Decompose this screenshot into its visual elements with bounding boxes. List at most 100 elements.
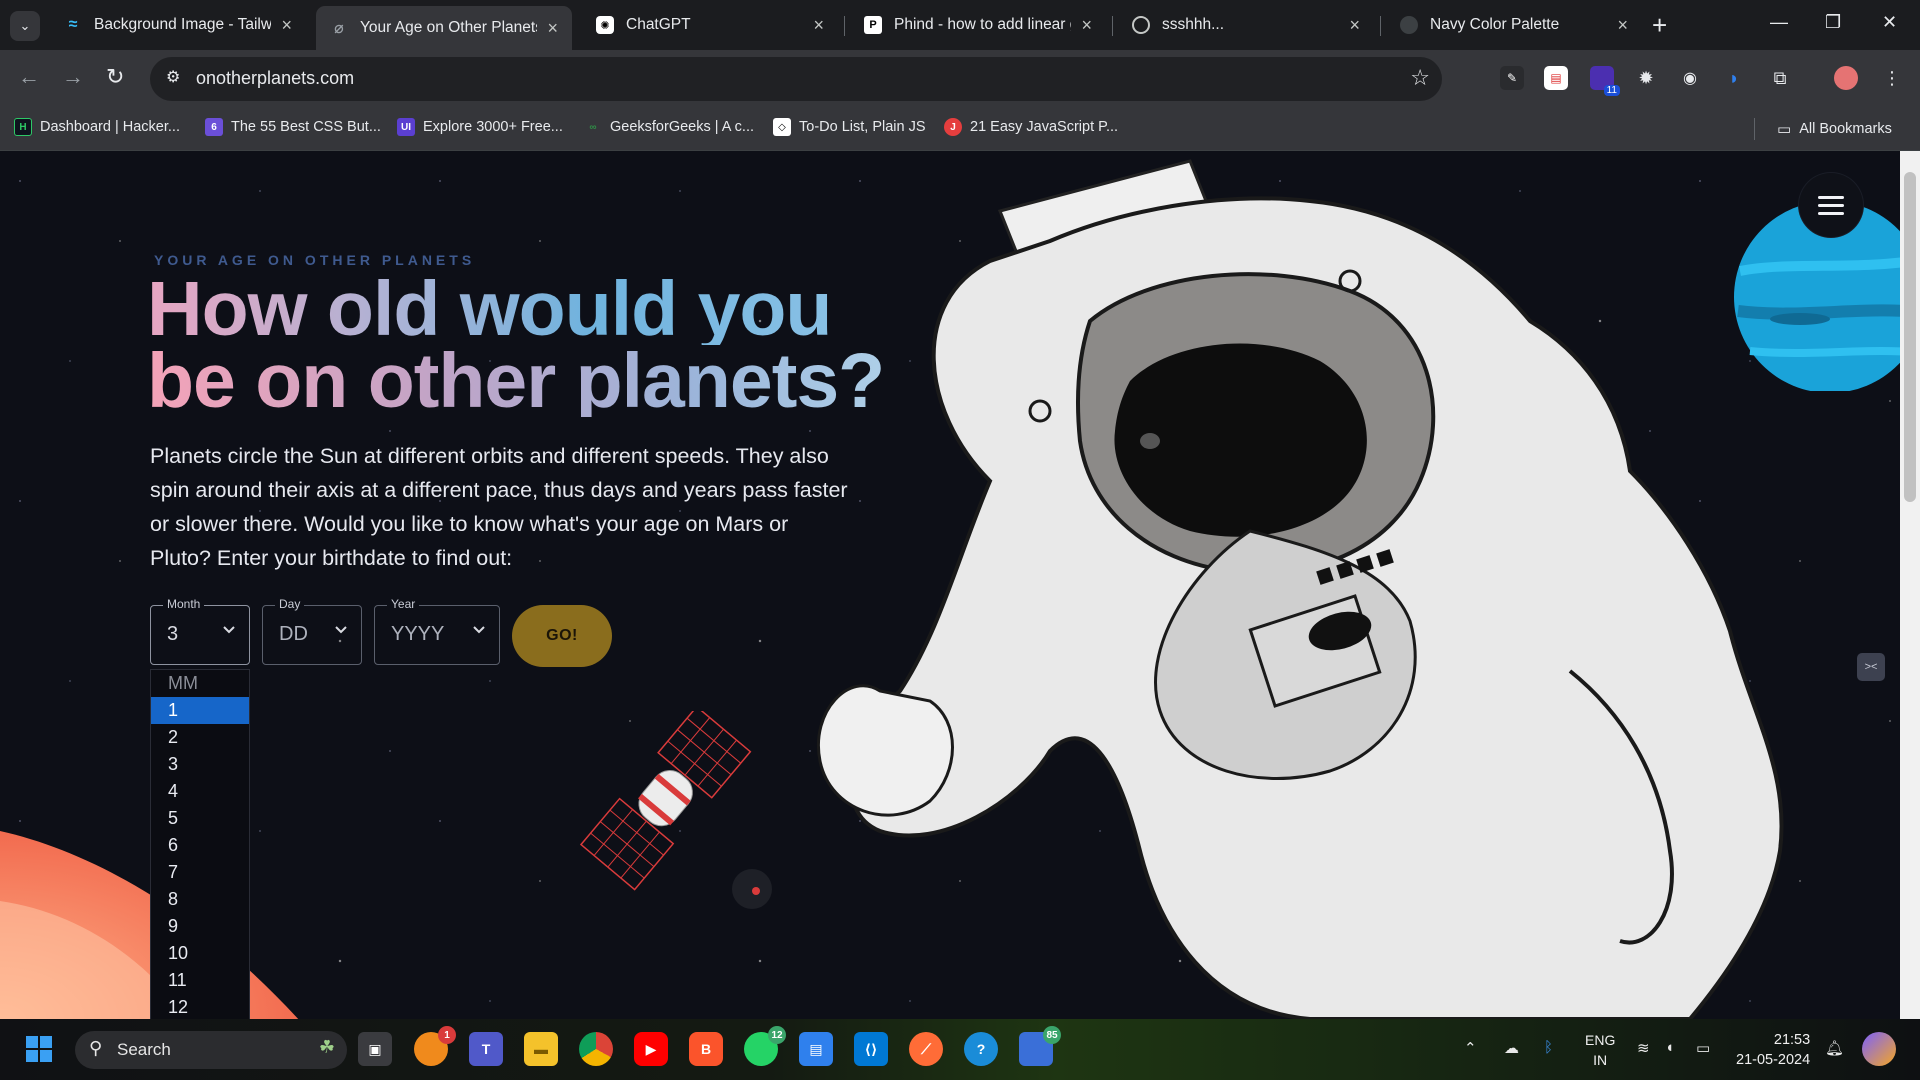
browser-toolbar: ← → ↻ ⚙ onotherplanets.com ☆ ✎ ▤ 11 ✹ ◉ … — [0, 50, 1920, 108]
system-clock[interactable]: 21:53 21-05-2024 — [1736, 1030, 1810, 1070]
tab-separator — [1112, 16, 1113, 36]
tab-search-button[interactable]: ⌄ — [10, 11, 40, 41]
chrome-icon[interactable] — [579, 1032, 613, 1066]
store-icon[interactable]: 85 — [1019, 1026, 1061, 1066]
bookmarks-bar: H Dashboard | Hacker... 6 The 55 Best CS… — [0, 108, 1920, 151]
teams-icon[interactable]: T — [469, 1032, 503, 1066]
js-projects-icon: J — [944, 118, 962, 136]
extension-badge-icon[interactable]: 11 — [1590, 66, 1620, 96]
new-tab-button[interactable]: + — [1652, 12, 1667, 38]
month-option-placeholder[interactable]: MM — [151, 670, 249, 697]
more-menu-icon[interactable]: ⋮ — [1880, 66, 1904, 90]
battery-icon[interactable]: ▭ — [1696, 1039, 1710, 1057]
month-option[interactable]: 8 — [151, 886, 249, 913]
task-view-icon[interactable]: ▣ — [358, 1032, 392, 1066]
whatsapp-icon[interactable]: 12 — [744, 1026, 786, 1066]
month-option[interactable]: 11 — [151, 967, 249, 994]
wifi-icon[interactable]: ≋ — [1637, 1039, 1650, 1057]
firefox-icon[interactable]: 1 — [414, 1026, 456, 1066]
restore-icon[interactable]: ❐ — [1825, 12, 1841, 33]
tab-your-age[interactable]: ⌀ Your Age on Other Planets × — [316, 6, 572, 50]
page-title-line-1: How old would you — [147, 271, 884, 348]
go-button[interactable]: GO! — [512, 605, 612, 667]
month-option[interactable]: 10 — [151, 940, 249, 967]
close-tab-icon[interactable]: × — [547, 18, 558, 39]
year-select[interactable]: Year YYYY — [374, 597, 500, 665]
search-icon: ⚲ — [89, 1038, 103, 1058]
tab-strip: ⌄ ≈ Background Image - Tailwi × ⌀ Your A… — [0, 0, 1920, 50]
address-bar[interactable]: ⚙ onotherplanets.com ☆ — [150, 57, 1442, 101]
taskbar-search[interactable]: ⚲ Search ☘ — [75, 1031, 347, 1069]
bluetooth-icon[interactable]: ᛒ — [1544, 1039, 1553, 1056]
day-select[interactable]: Day DD — [262, 597, 362, 665]
close-tab-icon[interactable]: × — [281, 15, 292, 36]
profile-avatar[interactable] — [1834, 66, 1858, 90]
screenshot-icon[interactable]: ◉ — [1678, 66, 1702, 90]
notepad-icon[interactable]: ▤ — [799, 1032, 833, 1066]
file-explorer-icon[interactable]: ▬ — [524, 1032, 558, 1066]
tab-navy-palette[interactable]: Navy Color Palette × — [1386, 8, 1642, 42]
bookmark-hackerrank[interactable]: H Dashboard | Hacker... — [14, 118, 180, 136]
month-option[interactable]: 2 — [151, 724, 249, 751]
month-option[interactable]: 7 — [151, 859, 249, 886]
tab-tailwind[interactable]: ≈ Background Image - Tailwi × — [50, 8, 306, 42]
bookmark-todo[interactable]: ◇ To-Do List, Plain JS — [773, 118, 926, 136]
extensions-puzzle-icon[interactable]: ⧉ — [1768, 66, 1792, 90]
bookmark-css-buttons[interactable]: 6 The 55 Best CSS But... — [205, 118, 381, 136]
bookmark-js-projects[interactable]: J 21 Easy JavaScript P... — [944, 118, 1118, 136]
month-option[interactable]: 9 — [151, 913, 249, 940]
month-option[interactable]: 12 — [151, 994, 249, 1019]
page-title: How old would you be on other planets? — [147, 271, 885, 424]
month-select[interactable]: Month 3 — [150, 597, 250, 665]
close-tab-icon[interactable]: × — [813, 15, 824, 36]
help-icon[interactable]: ? — [964, 1032, 998, 1066]
tab-ssshhh[interactable]: ssshhh... × — [1118, 8, 1374, 42]
url-text[interactable]: onotherplanets.com — [196, 68, 354, 89]
planet-icon: ⌀ — [334, 20, 344, 37]
intro-paragraph: Planets circle the Sun at different orbi… — [150, 444, 848, 570]
close-window-icon[interactable]: ✕ — [1882, 12, 1897, 33]
page-title-line-2: be on other planets? — [147, 338, 885, 424]
hamburger-menu-button[interactable] — [1799, 173, 1863, 237]
volume-icon[interactable]: ◖ — [1665, 1039, 1674, 1056]
close-tab-icon[interactable]: × — [1081, 15, 1092, 36]
onedrive-icon[interactable]: ☁ — [1504, 1039, 1519, 1057]
bookmark-gfg[interactable]: ∞ GeeksforGeeks | A c... — [584, 118, 754, 136]
copilot-icon[interactable] — [1862, 1032, 1896, 1066]
bookmark-uiverse[interactable]: UI Explore 3000+ Free... — [397, 118, 563, 136]
youtube-icon[interactable]: ▶ — [634, 1032, 668, 1066]
brave-icon[interactable]: B — [689, 1032, 723, 1066]
tab-phind[interactable]: P Phind - how to add linear g × — [850, 8, 1106, 42]
extension-gear-icon[interactable]: ✹ — [1634, 66, 1658, 90]
forward-icon[interactable]: → — [62, 64, 84, 90]
side-extension-icon[interactable]: >< — [1857, 653, 1885, 681]
browser-chrome: ⌄ ≈ Background Image - Tailwi × ⌀ Your A… — [0, 0, 1920, 151]
month-option[interactable]: 4 — [151, 778, 249, 805]
chevron-down-icon — [335, 626, 347, 634]
month-label: Month — [163, 597, 205, 611]
notification-bell-icon[interactable]: 🔔︎ — [1825, 1039, 1844, 1057]
tab-chatgpt[interactable]: ✺ ChatGPT × — [582, 8, 838, 42]
scrollbar-thumb[interactable] — [1904, 172, 1916, 502]
tray-chevron-icon[interactable]: ⌃ — [1464, 1039, 1477, 1057]
language-indicator[interactable]: ENG IN — [1585, 1030, 1615, 1070]
extension-shield-icon[interactable]: ◗ — [1722, 66, 1746, 90]
vscode-icon[interactable]: ⟨⟩ — [854, 1032, 888, 1066]
month-option[interactable]: 5 — [151, 805, 249, 832]
extension-pen-icon[interactable]: ✎ — [1500, 66, 1524, 90]
codepen-icon: ◇ — [773, 118, 791, 136]
month-option[interactable]: 3 — [151, 751, 249, 778]
windows-start-icon[interactable] — [22, 1032, 56, 1066]
close-tab-icon[interactable]: × — [1617, 15, 1628, 36]
postman-icon[interactable]: ⟋ — [909, 1032, 943, 1066]
month-option[interactable]: 6 — [151, 832, 249, 859]
reload-icon[interactable]: ↻ — [106, 64, 124, 90]
extension-notes-icon[interactable]: ▤ — [1544, 66, 1568, 90]
minimize-icon[interactable]: — — [1770, 12, 1788, 33]
back-icon[interactable]: ← — [18, 64, 40, 90]
site-info-icon[interactable]: ⚙ — [166, 67, 180, 87]
month-option[interactable]: 1 — [151, 697, 249, 724]
all-bookmarks[interactable]: ▭ All Bookmarks — [1754, 118, 1892, 140]
close-tab-icon[interactable]: × — [1349, 15, 1360, 36]
bookmark-star-icon[interactable]: ☆ — [1410, 65, 1430, 91]
